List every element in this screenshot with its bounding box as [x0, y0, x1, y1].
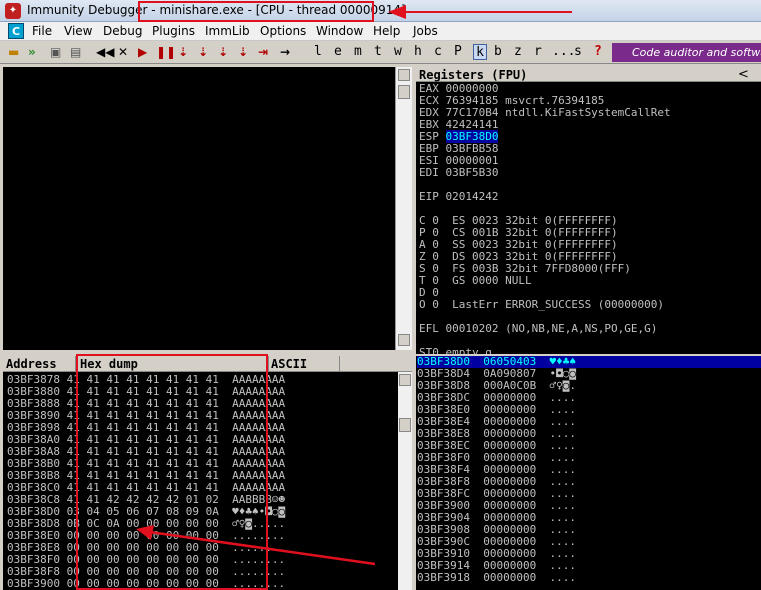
toolbar-handles-button[interactable]: h — [414, 44, 422, 60]
scroll-up-button[interactable] — [399, 374, 411, 386]
attach-icon[interactable]: ▤ — [70, 44, 81, 60]
registers-pane[interactable]: Registers (FPU) < EAX 00000000 ECX 763941… — [416, 67, 761, 354]
run-icon[interactable]: ▶ — [138, 44, 147, 60]
toolbar-breakpoints-button[interactable]: b — [494, 44, 502, 60]
toolbar-cpu-button[interactable]: c — [434, 44, 442, 60]
stack-row[interactable]: 03BF3918 00000000 .... — [417, 572, 576, 584]
register-line[interactable]: EFL 00010202 (NO,NB,NE,A,NS,PO,GE,G) — [419, 323, 657, 335]
ascii-column-header[interactable]: ASCII — [271, 357, 307, 371]
toolbar-memory-map-button[interactable]: m — [354, 44, 362, 60]
goto-icon[interactable]: → — [280, 44, 290, 60]
title-annotation-box — [138, 1, 374, 22]
title-annotation-arrow — [388, 5, 572, 19]
cpu-window-icon[interactable]: C — [8, 23, 24, 39]
step-into-icon[interactable]: ⇣ — [178, 44, 188, 60]
dump-annotation-arrow — [136, 525, 376, 566]
open-folder-icon[interactable]: ▬ — [8, 44, 19, 60]
register-line[interactable]: EIP 02014242 — [419, 191, 498, 203]
registers-title: Registers (FPU) — [419, 68, 528, 82]
toolbar-executable-modules-button[interactable]: e — [334, 44, 342, 60]
execute-till-return-icon[interactable]: ⇥ — [258, 44, 268, 60]
menu-view[interactable]: View — [64, 24, 92, 38]
menu-help[interactable]: Help — [373, 24, 400, 38]
column-separator[interactable] — [339, 356, 340, 372]
trace-into-icon[interactable]: ⇣ — [218, 44, 228, 60]
toolbar-help-button[interactable]: ? — [594, 44, 602, 60]
dump-scrollbar[interactable] — [398, 372, 412, 590]
disassembly-scrollbar[interactable] — [395, 67, 412, 350]
toolbar-log-button[interactable]: l — [314, 44, 322, 60]
promo-text: Code auditor and software — [632, 46, 761, 59]
register-line[interactable]: ST0 empty g — [419, 347, 492, 355]
toolbar-source-button[interactable]: s — [574, 44, 582, 60]
close-icon[interactable]: ✕ — [118, 44, 128, 60]
column-separator[interactable] — [268, 356, 269, 372]
register-line[interactable]: O 0 LastErr ERROR_SUCCESS (00000000) — [419, 299, 664, 311]
stack-pane[interactable]: 03BF38D0 06050403 ♥♦♣♠ 03BF38D4 0A090807 … — [416, 356, 761, 590]
pause-icon[interactable]: ❚❚ — [156, 44, 176, 60]
menu-file[interactable]: File — [32, 24, 52, 38]
step-back-icon[interactable]: ◀◀ — [96, 44, 114, 60]
address-column-header[interactable]: Address — [6, 357, 57, 371]
toolbar-threads-button[interactable]: t — [374, 44, 382, 60]
menu-debug[interactable]: Debug — [103, 24, 142, 38]
menu-jobs[interactable]: Jobs — [413, 24, 438, 38]
scroll-thumb[interactable] — [399, 418, 411, 432]
step-over-icon[interactable]: ⇣ — [198, 44, 208, 60]
scroll-down-button[interactable] — [398, 334, 410, 346]
menu-bar: C File View Debug Plugins ImmLib Options… — [0, 22, 761, 41]
menu-options[interactable]: Options — [260, 24, 306, 38]
registers-header[interactable]: Registers (FPU) < — [416, 67, 761, 82]
menu-plugins[interactable]: Plugins — [152, 24, 195, 38]
toolbar-call-stack-button[interactable]: k — [473, 44, 487, 60]
restart-icon[interactable]: » — [28, 44, 36, 60]
menu-immlib[interactable]: ImmLib — [205, 24, 250, 38]
toolbar-windows-button[interactable]: w — [394, 44, 402, 60]
title-bar: ✦ Immunity Debugger - minishare.exe - [C… — [0, 0, 761, 22]
collapse-arrow-icon[interactable]: < — [738, 67, 749, 82]
toolbar-run-trace-button[interactable]: ... — [552, 44, 575, 60]
disassembly-pane[interactable] — [3, 67, 395, 350]
scroll-up-button[interactable] — [398, 69, 410, 81]
close-program-icon[interactable]: ▣ — [50, 44, 61, 60]
menu-window[interactable]: Window — [316, 24, 363, 38]
app-name: Immunity Debugger — [27, 3, 148, 17]
toolbar-references-button[interactable]: r — [534, 44, 542, 60]
scroll-thumb[interactable] — [398, 85, 410, 99]
promo-banner[interactable]: Code auditor and software — [612, 43, 761, 62]
toolbar-hw-breakpoints-button[interactable]: z — [514, 44, 522, 60]
immunity-app-icon[interactable]: ✦ — [5, 3, 21, 19]
trace-over-icon[interactable]: ⇣ — [238, 44, 248, 60]
register-line[interactable]: EDI 03BF5B30 — [419, 167, 498, 179]
toolbar-patches-button[interactable]: P — [454, 44, 462, 60]
